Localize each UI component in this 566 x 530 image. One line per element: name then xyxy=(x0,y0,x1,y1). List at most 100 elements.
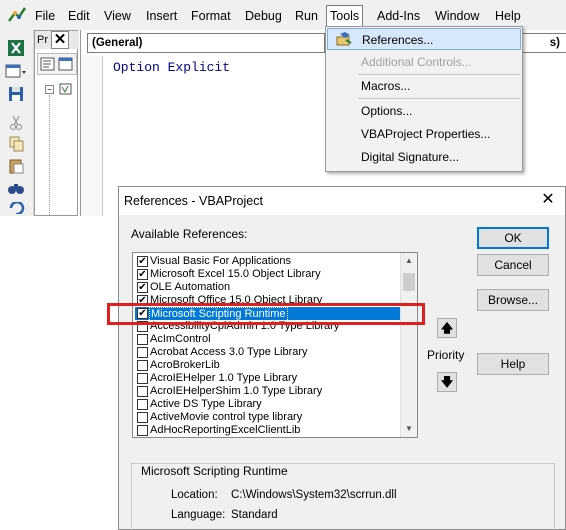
blank-area xyxy=(0,216,118,530)
scroll-up-icon[interactable]: ▲ xyxy=(401,253,417,269)
close-icon[interactable]: ✕ xyxy=(539,191,557,209)
reference-name: Active DS Type Library xyxy=(150,398,262,410)
reference-checkbox[interactable] xyxy=(137,399,148,410)
reference-checkbox[interactable]: ✔ xyxy=(137,282,148,293)
reference-name: Microsoft Excel 15.0 Object Library xyxy=(150,268,321,280)
menu-item-options[interactable]: Options... xyxy=(327,100,521,122)
reference-name: AcroIEHelper 1.0 Type Library xyxy=(150,372,298,384)
priority-label: Priority xyxy=(427,348,465,362)
reference-checkbox[interactable] xyxy=(137,334,148,345)
reference-row[interactable]: ✔ Microsoft Excel 15.0 Object Library xyxy=(135,268,403,281)
menu-add-ins[interactable]: Add-Ins xyxy=(374,6,423,26)
menu-item-digital-signature[interactable]: Digital Signature... xyxy=(327,146,521,168)
menu-item-label: Additional Controls... xyxy=(361,55,472,69)
reference-row[interactable]: AcroBrokerLib xyxy=(135,359,403,372)
menu-item-label: Macros... xyxy=(361,79,411,93)
references-list[interactable]: AdHocReportingExcelClientLib ActiveMovie … xyxy=(132,252,418,438)
list-scrollbar[interactable]: ▲ ▼ xyxy=(400,253,417,437)
available-references-label: Available References: xyxy=(131,227,248,241)
cut-icon[interactable] xyxy=(5,112,27,132)
reference-checkbox[interactable] xyxy=(137,373,148,384)
scroll-down-icon[interactable]: ▼ xyxy=(401,421,417,437)
reference-checkbox[interactable] xyxy=(137,386,148,397)
menu-item-macros[interactable]: Macros... xyxy=(327,75,521,97)
procedure-combo-value: s) xyxy=(549,37,560,49)
find-icon[interactable] xyxy=(5,178,27,198)
ok-button[interactable]: OK xyxy=(477,227,549,249)
tree-collapse-icon[interactable]: − xyxy=(45,85,54,94)
paste-icon[interactable] xyxy=(5,156,27,176)
menu-tools[interactable]: Tools xyxy=(326,5,364,27)
help-button[interactable]: Help xyxy=(477,353,549,375)
excel-icon[interactable] xyxy=(5,38,27,58)
close-icon[interactable]: ✕ xyxy=(51,31,69,49)
reference-checkbox[interactable] xyxy=(137,425,148,436)
tree-connector xyxy=(49,95,50,215)
reference-name: Visual Basic For Applications xyxy=(150,255,292,267)
language-label: Language: xyxy=(171,509,226,521)
reference-checkbox[interactable] xyxy=(137,360,148,371)
project-explorer-pane: Pr ✕ − xyxy=(34,30,79,216)
menu-file[interactable]: File xyxy=(32,6,58,26)
reference-row[interactable]: AcImControl xyxy=(135,333,403,346)
arrow-up-icon: 🡅 xyxy=(440,321,454,335)
menu-run[interactable]: Run xyxy=(292,6,321,26)
menu-help[interactable]: Help xyxy=(492,6,524,26)
menu-item-project-properties[interactable]: VBAProject Properties... xyxy=(327,123,521,145)
reference-row[interactable]: AcroIEHelperShim 1.0 Type Library xyxy=(135,385,403,398)
menu-window[interactable]: Window xyxy=(432,6,482,26)
copy-icon[interactable] xyxy=(5,134,27,154)
menu-view[interactable]: View xyxy=(101,6,134,26)
view-object-icon[interactable] xyxy=(58,56,74,72)
reference-row[interactable]: AcroIEHelper 1.0 Type Library xyxy=(135,372,403,385)
menu-edit[interactable]: Edit xyxy=(65,6,93,26)
tools-menu: References... Additional Controls... Mac… xyxy=(325,26,523,172)
reference-checkbox[interactable] xyxy=(137,347,148,358)
priority-down-button[interactable]: 🡇 xyxy=(437,372,457,392)
reference-info-title: Microsoft Scripting Runtime xyxy=(139,464,290,478)
view-code-icon[interactable] xyxy=(40,56,56,72)
save-icon[interactable] xyxy=(5,84,27,104)
scroll-thumb[interactable] xyxy=(403,273,415,291)
reference-name: AcroIEHelperShim 1.0 Type Library xyxy=(150,385,323,397)
vbaproject-icon[interactable] xyxy=(59,82,73,96)
reference-checkbox[interactable] xyxy=(137,412,148,423)
menu-item-label: References... xyxy=(362,33,434,47)
reference-checkbox[interactable]: ✔ xyxy=(137,269,148,280)
reference-name: AcroBrokerLib xyxy=(150,359,220,371)
references-icon xyxy=(336,32,352,46)
reference-name: OLE Automation xyxy=(150,281,231,293)
reference-row[interactable]: Acrobat Access 3.0 Type Library xyxy=(135,346,403,359)
language-value: Standard xyxy=(231,509,278,521)
reference-name: AcImControl xyxy=(150,333,211,345)
menu-item-additional-controls[interactable]: Additional Controls... xyxy=(327,51,521,73)
browse-button[interactable]: Browse... xyxy=(477,289,549,311)
reference-row[interactable]: ✔ Visual Basic For Applications xyxy=(135,255,403,268)
priority-up-button[interactable]: 🡅 xyxy=(437,318,457,338)
menu-item-label: Digital Signature... xyxy=(361,150,460,164)
reference-checkbox[interactable]: ✔ xyxy=(137,256,148,267)
reference-row[interactable]: ActiveMovie control type library xyxy=(135,411,403,424)
undo-icon[interactable] xyxy=(5,202,27,214)
menu-item-references[interactable]: References... xyxy=(327,28,521,50)
menu-insert[interactable]: Insert xyxy=(143,6,180,26)
cancel-button[interactable]: Cancel xyxy=(477,254,549,276)
location-value: C:\Windows\System32\scrrun.dll xyxy=(231,489,397,501)
code-line[interactable]: Option Explicit xyxy=(113,60,230,75)
vba-editor-window: File Edit View Insert Format Debug Run T… xyxy=(0,0,566,530)
menu-item-label: VBAProject Properties... xyxy=(361,127,491,141)
menu-debug[interactable]: Debug xyxy=(242,6,285,26)
reference-row[interactable]: AdHocReportingExcelClientLib xyxy=(135,424,403,437)
object-combo[interactable]: (General) xyxy=(87,33,325,53)
reference-name: AdHocReportingExcelClientLib xyxy=(150,424,301,436)
dialog-title: References - VBAProject xyxy=(119,187,565,215)
insert-userform-icon[interactable] xyxy=(5,62,27,82)
reference-row[interactable]: Active DS Type Library xyxy=(135,398,403,411)
reference-name: Acrobat Access 3.0 Type Library xyxy=(150,346,308,358)
vba-app-icon[interactable] xyxy=(6,5,28,25)
reference-row[interactable]: ✔ OLE Automation xyxy=(135,281,403,294)
location-label: Location: xyxy=(171,489,218,501)
menu-format[interactable]: Format xyxy=(188,6,234,26)
highlight-annotation-box xyxy=(107,303,425,325)
menu-item-label: Options... xyxy=(361,104,413,118)
